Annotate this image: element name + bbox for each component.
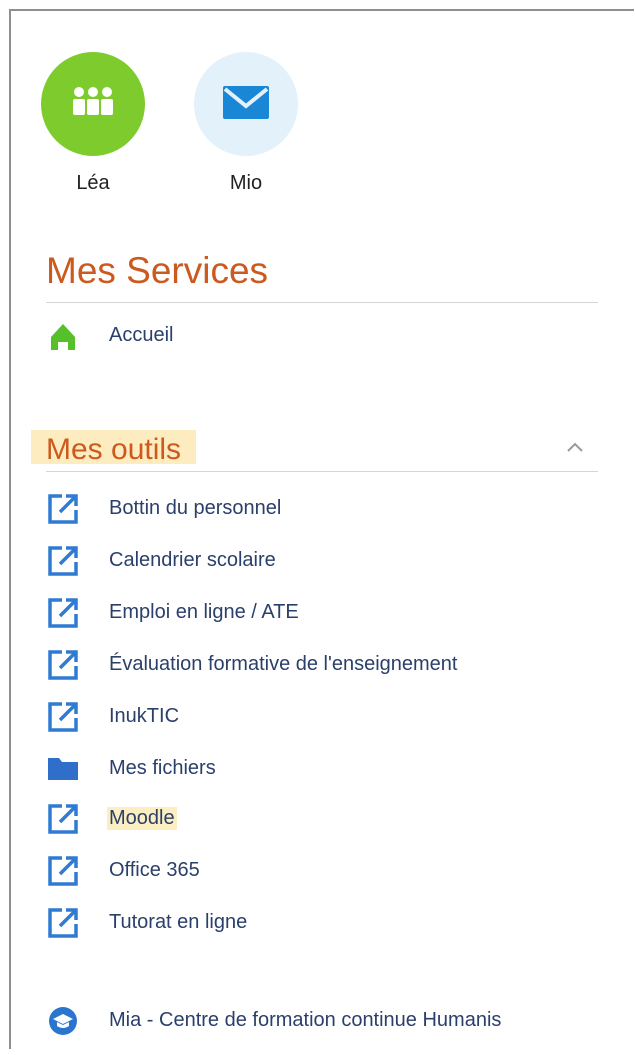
external-link-icon bbox=[48, 494, 78, 524]
app-mio[interactable]: Mio bbox=[193, 52, 299, 195]
app-lea[interactable]: Léa bbox=[40, 52, 146, 195]
people-icon bbox=[73, 87, 113, 115]
outils-divider bbox=[46, 471, 598, 472]
envelope-icon bbox=[223, 86, 269, 119]
nav-item-label: Accueil bbox=[109, 324, 174, 346]
tool-item-label: Tutorat en ligne bbox=[109, 911, 248, 933]
tool-item-label: InukTIC bbox=[109, 705, 180, 727]
graduation-cap-icon bbox=[49, 1007, 77, 1035]
nav-item-label: Mia - Centre de formation continue Human… bbox=[109, 1009, 502, 1031]
outils-title[interactable]: Mes outils bbox=[31, 430, 197, 466]
external-link-icon bbox=[48, 702, 78, 732]
external-link-icon bbox=[48, 804, 78, 834]
lea-circle[interactable] bbox=[41, 52, 145, 156]
home-icon bbox=[51, 324, 75, 350]
mio-circle[interactable] bbox=[194, 52, 298, 156]
app-lea-label: Léa bbox=[76, 172, 110, 194]
tool-item-label: Mes fichiers bbox=[109, 757, 216, 779]
app-mio-label: Mio bbox=[229, 172, 263, 194]
tool-item-label: Emploi en ligne / ATE bbox=[109, 601, 299, 623]
folder-icon bbox=[48, 758, 78, 780]
external-link-icon bbox=[48, 546, 78, 576]
tool-item-label: Calendrier scolaire bbox=[109, 549, 276, 571]
services-title: Mes Services bbox=[46, 250, 269, 291]
chevron-up-icon[interactable] bbox=[566, 440, 584, 454]
tool-item-label: Office 365 bbox=[109, 859, 200, 881]
external-link-icon bbox=[48, 650, 78, 680]
tool-item-label: Bottin du personnel bbox=[109, 497, 282, 519]
external-link-icon bbox=[48, 908, 78, 938]
services-divider bbox=[46, 302, 598, 303]
tool-item-label: Moodle bbox=[107, 807, 177, 830]
external-link-icon bbox=[48, 856, 78, 886]
external-link-icon bbox=[48, 598, 78, 628]
tool-item-label: Évaluation formative de l'enseignement bbox=[109, 653, 458, 675]
